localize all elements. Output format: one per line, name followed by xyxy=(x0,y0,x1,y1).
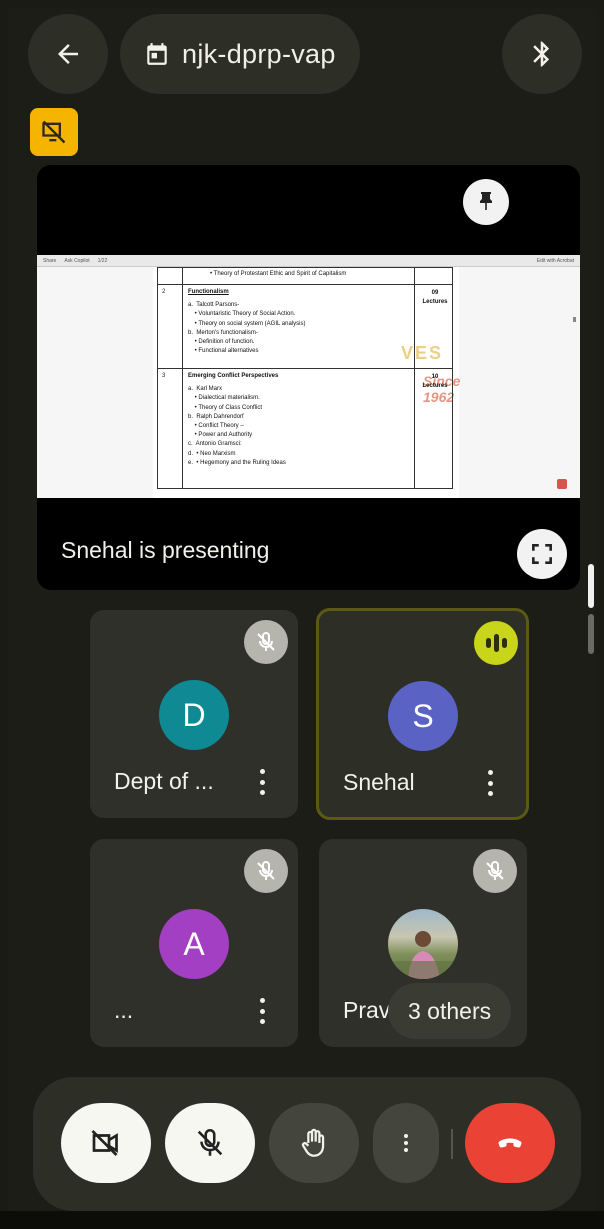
scrollbar-track[interactable] xyxy=(588,614,594,654)
presenting-label: Snehal is presenting xyxy=(61,537,270,563)
screen-share-status-badge[interactable] xyxy=(30,108,78,156)
row-topic: Functionalism a. Talcott Parsons- • Volu… xyxy=(188,288,305,356)
system-nav-strip xyxy=(0,1211,604,1229)
row-line: b. Merton's functionalism- xyxy=(188,329,258,336)
meeting-info-button[interactable]: njk-dprp-vap xyxy=(120,14,360,94)
back-button[interactable] xyxy=(28,14,108,94)
mic-off-icon xyxy=(257,860,275,880)
row-line: • Dialectical materialism. xyxy=(188,395,260,402)
controls-divider xyxy=(451,1129,453,1159)
document-scroll-marker xyxy=(573,317,576,322)
row-heading: Emerging Conflict Perspectives xyxy=(188,373,279,379)
calendar-icon xyxy=(147,43,167,65)
row-line: • Definition of function. xyxy=(188,339,255,346)
raise-hand-icon xyxy=(301,1128,325,1157)
row-line: a. Karl Marx xyxy=(188,386,223,393)
mic-off-badge xyxy=(473,849,517,893)
row-line: a. Talcott Parsons- xyxy=(188,302,240,309)
participant-tile[interactable]: D Dept of ... xyxy=(90,610,298,818)
camera-toggle-button[interactable] xyxy=(61,1103,151,1183)
mic-off-icon xyxy=(257,631,275,651)
row-lectures: 10 Lectures xyxy=(416,373,454,391)
row-line: • Conflict Theory – xyxy=(188,423,244,430)
no-screen-share-icon xyxy=(42,120,66,144)
row-lectures: 09 Lectures xyxy=(416,289,454,307)
row-topic: Emerging Conflict Perspectives a. Karl M… xyxy=(188,372,286,468)
syllabus-table: • Theory of Protestant Ethic and Spirit … xyxy=(157,267,453,489)
pdf-icon xyxy=(557,479,567,489)
raise-hand-button[interactable] xyxy=(269,1103,359,1183)
table-row: 2 Functionalism a. Talcott Parsons- • Vo… xyxy=(158,284,452,368)
pin-icon xyxy=(480,192,492,210)
row-number: 3 xyxy=(162,373,166,379)
mic-off-badge xyxy=(244,620,288,664)
row-line: • Theory of Class Conflict xyxy=(188,404,263,411)
person-photo-icon xyxy=(388,931,458,979)
mic-off-icon xyxy=(197,1128,223,1156)
more-options-button[interactable] xyxy=(252,766,272,798)
avatar: A xyxy=(159,909,229,979)
mic-off-icon xyxy=(486,860,504,880)
speaking-indicator-icon xyxy=(474,621,518,665)
row-line: • Functional alternatives xyxy=(188,348,259,355)
lectures-count: 09 xyxy=(431,290,439,296)
row-number: 2 xyxy=(162,289,166,295)
more-options-button[interactable] xyxy=(373,1103,439,1183)
row-line: e. • Hegemony and the Ruling Ideas xyxy=(188,459,286,466)
document-page: VES Since 1962 • Theory of Protestant Et… xyxy=(153,267,460,498)
participant-tile-active-speaker[interactable]: S Snehal xyxy=(316,608,529,820)
pin-button[interactable] xyxy=(463,179,509,225)
more-vert-icon xyxy=(404,1134,408,1152)
fullscreen-button[interactable] xyxy=(517,529,567,579)
shared-document: Share Ask Copilot 1/22 Edit with Acrobat… xyxy=(37,255,580,498)
audio-device-button[interactable] xyxy=(502,14,582,94)
avatar: D xyxy=(159,680,229,750)
row-heading: Functionalism xyxy=(188,289,229,295)
table-top-line: • Theory of Protestant Ethic and Spirit … xyxy=(210,271,347,277)
row-line: • Voluntaristic Theory of Social Action. xyxy=(188,311,296,318)
row-line: d. • Neo Marxism xyxy=(188,450,236,457)
participant-tile[interactable]: A ... xyxy=(90,839,298,1047)
end-call-button[interactable] xyxy=(465,1103,555,1183)
toolbar-share: Share xyxy=(43,257,57,264)
end-call-icon xyxy=(498,1138,522,1148)
mic-toggle-button[interactable] xyxy=(165,1103,255,1183)
profile-photo-avatar xyxy=(388,909,458,979)
more-options-button[interactable] xyxy=(480,767,500,799)
row-line: • Power and Authority xyxy=(188,432,253,439)
arrow-back-icon xyxy=(58,44,78,64)
lectures-label: Lectures xyxy=(422,383,448,389)
more-options-button[interactable] xyxy=(252,995,272,1027)
scrollbar-thumb[interactable] xyxy=(588,564,594,608)
row-line: b. Ralph Dahrendorf xyxy=(188,413,244,420)
participant-name: Dept of ... xyxy=(114,768,214,794)
camera-off-icon xyxy=(91,1130,118,1156)
toolbar-ask: Ask Copilot xyxy=(64,257,90,264)
participant-name: Snehal xyxy=(343,769,415,795)
table-row: 3 Emerging Conflict Perspectives a. Karl… xyxy=(158,368,452,490)
row-line: c. Antonio Gramsci: xyxy=(188,441,242,448)
participant-name: ... xyxy=(114,997,134,1023)
meet-app: njk-dprp-vap Share Ask Copilot 1/22 Edit… xyxy=(8,8,596,1211)
lectures-label: Lectures xyxy=(422,299,448,305)
toolbar-edit: Edit with Acrobat xyxy=(536,257,574,264)
row-line: • Theory on social system (AGIL analysis… xyxy=(188,320,306,327)
toolbar-page: 1/22 xyxy=(97,257,108,264)
mic-off-badge xyxy=(244,849,288,893)
avatar: S xyxy=(388,681,458,751)
pdf-toolbar: Share Ask Copilot 1/22 Edit with Acrobat xyxy=(37,255,580,267)
meeting-code: njk-dprp-vap xyxy=(182,38,336,69)
call-controls-bar xyxy=(33,1077,581,1211)
bluetooth-icon xyxy=(533,41,550,67)
fullscreen-icon xyxy=(532,544,552,564)
lectures-count: 10 xyxy=(431,374,439,380)
others-chip[interactable]: 3 others xyxy=(388,983,512,1039)
presentation-card[interactable]: Share Ask Copilot 1/22 Edit with Acrobat… xyxy=(37,165,580,590)
